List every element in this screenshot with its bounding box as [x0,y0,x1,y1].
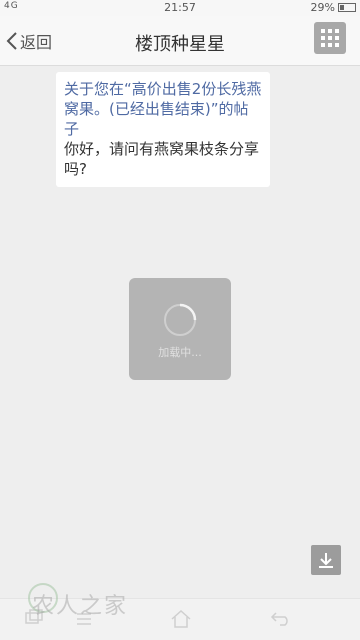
battery-percent: 29% [310,1,335,14]
page-title: 楼顶种星星 [135,34,225,55]
menu-button[interactable] [314,22,346,54]
status-time: 21:57 [164,1,196,14]
home-icon [171,609,191,628]
header-bar: 返回 楼顶种星星 [0,16,360,66]
download-icon [319,553,333,568]
post-link[interactable]: 关于您在“高价出售2份长残燕窝果。(已经出售结束)”的帖子 [64,79,262,139]
watermark-text: 农人之家 [32,594,129,619]
system-back-button[interactable] [270,609,292,631]
status-right: 29% [311,1,356,14]
loading-label: 加载中... [158,346,202,359]
battery-icon [338,3,356,12]
grid-icon [321,29,325,33]
download-button[interactable] [311,545,341,575]
message-bubble: 关于您在“高价出售2份长残燕窝果。(已经出售结束)”的帖子 你好，请问有燕窝果枝… [56,72,270,187]
back-arrow-icon [270,612,288,626]
spinner-icon [164,303,197,336]
loading-overlay: 加载中... [129,278,231,380]
status-bar: 4G 21:57 29% [0,0,360,16]
home-button[interactable] [170,609,192,633]
message-text: 你好，请问有燕窝果枝条分享吗? [64,140,260,178]
